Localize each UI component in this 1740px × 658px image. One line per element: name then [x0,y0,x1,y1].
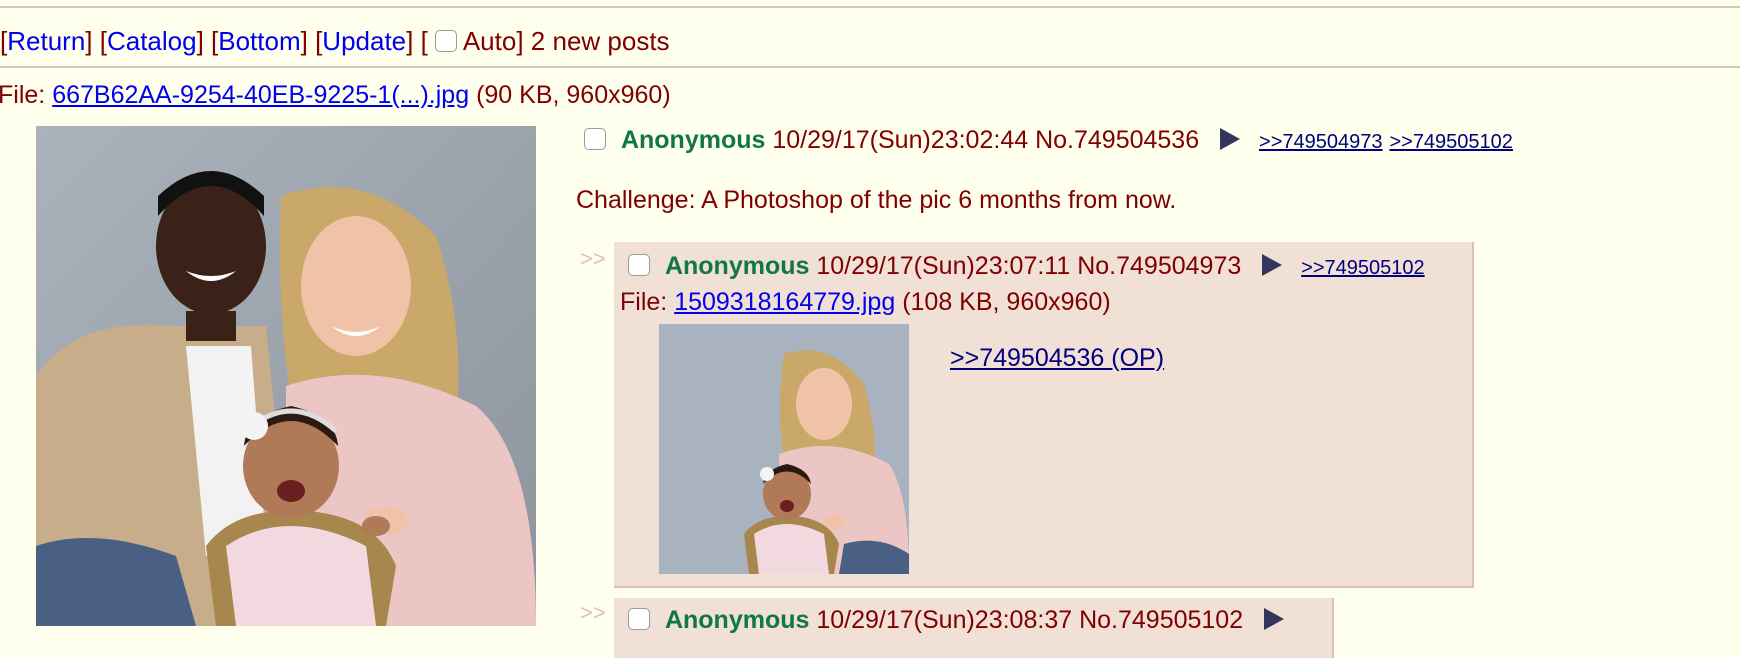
op-backlink-2[interactable]: >>749505102 [1389,131,1512,153]
op-post-number[interactable]: No.749504536 [1035,126,1199,154]
op-file-link[interactable]: 667B62AA-9254-40EB-9225-1(...).jpg [52,81,469,109]
reply1-file-meta: (108 KB, 960x960) [902,288,1111,316]
reply1-post-info: Anonymous 10/29/17(Sun)23:07:11 No.74950… [628,249,1425,285]
op-select-checkbox[interactable] [584,128,606,151]
op-message: Challenge: A Photoshop of the pic 6 mont… [576,186,1177,214]
reply1-thumbnail[interactable] [659,324,909,574]
op-thumbnail[interactable] [36,126,536,626]
reply2-marker: >> [580,600,606,625]
bottom-link[interactable]: Bottom [218,26,300,56]
reply2-poster-name: Anonymous [664,606,810,634]
op-backlink-1[interactable]: >>749504973 [1259,131,1382,153]
reply1-marker: >> [580,246,606,271]
op-datetime: 10/29/17(Sun)23:02:44 [772,126,1029,154]
thread-nav: [Return] [Catalog] [Bottom] [Update] [ A… [0,26,670,56]
file-prefix: File: [0,81,53,109]
op-poster-name: Anonymous [620,126,766,154]
family-photo-image [36,126,536,626]
reply1-datetime: 10/29/17(Sun)23:07:11 [816,252,1071,280]
top-divider [0,6,1740,8]
reply1-poster-name: Anonymous [664,252,810,280]
edited-photo-image [659,324,909,574]
reply2-post-number[interactable]: No.749505102 [1079,606,1243,634]
nav-divider [0,66,1740,68]
auto-update-checkbox[interactable] [435,30,458,53]
catalog-link[interactable]: Catalog [107,26,197,56]
auto-label: Auto [462,26,517,56]
update-link[interactable]: Update [322,26,406,56]
reply1-menu-triangle-right-icon[interactable] [1262,254,1283,277]
op-post-info: Anonymous 10/29/17(Sun)23:02:44 No.74950… [584,123,1513,159]
new-posts-count: 2 new posts [530,26,670,56]
reply1-file-info: File: 1509318164779.jpg (108 KB, 960x960… [620,287,1111,317]
reply1-quote-link[interactable]: >>749504536 (OP) [950,344,1164,373]
reply2-select-checkbox[interactable] [628,608,650,631]
op-file-info: File: 667B62AA-9254-40EB-9225-1(...).jpg… [0,80,671,110]
op-file-meta: (90 KB, 960x960) [476,81,671,109]
reply1-backlink-1[interactable]: >>749505102 [1301,257,1424,279]
reply2-post-info: Anonymous 10/29/17(Sun)23:08:37 No.74950… [628,603,1296,637]
return-link[interactable]: Return [7,26,85,56]
reply2-menu-triangle-right-icon[interactable] [1264,608,1285,631]
reply1-select-checkbox[interactable] [628,254,650,277]
reply2-datetime: 10/29/17(Sun)23:08:37 [816,606,1073,634]
op-menu-triangle-right-icon[interactable] [1220,128,1241,151]
reply1-post-number[interactable]: No.749504973 [1077,252,1241,280]
reply1-file-link[interactable]: 1509318164779.jpg [674,288,895,316]
file-prefix: File: [620,288,675,316]
